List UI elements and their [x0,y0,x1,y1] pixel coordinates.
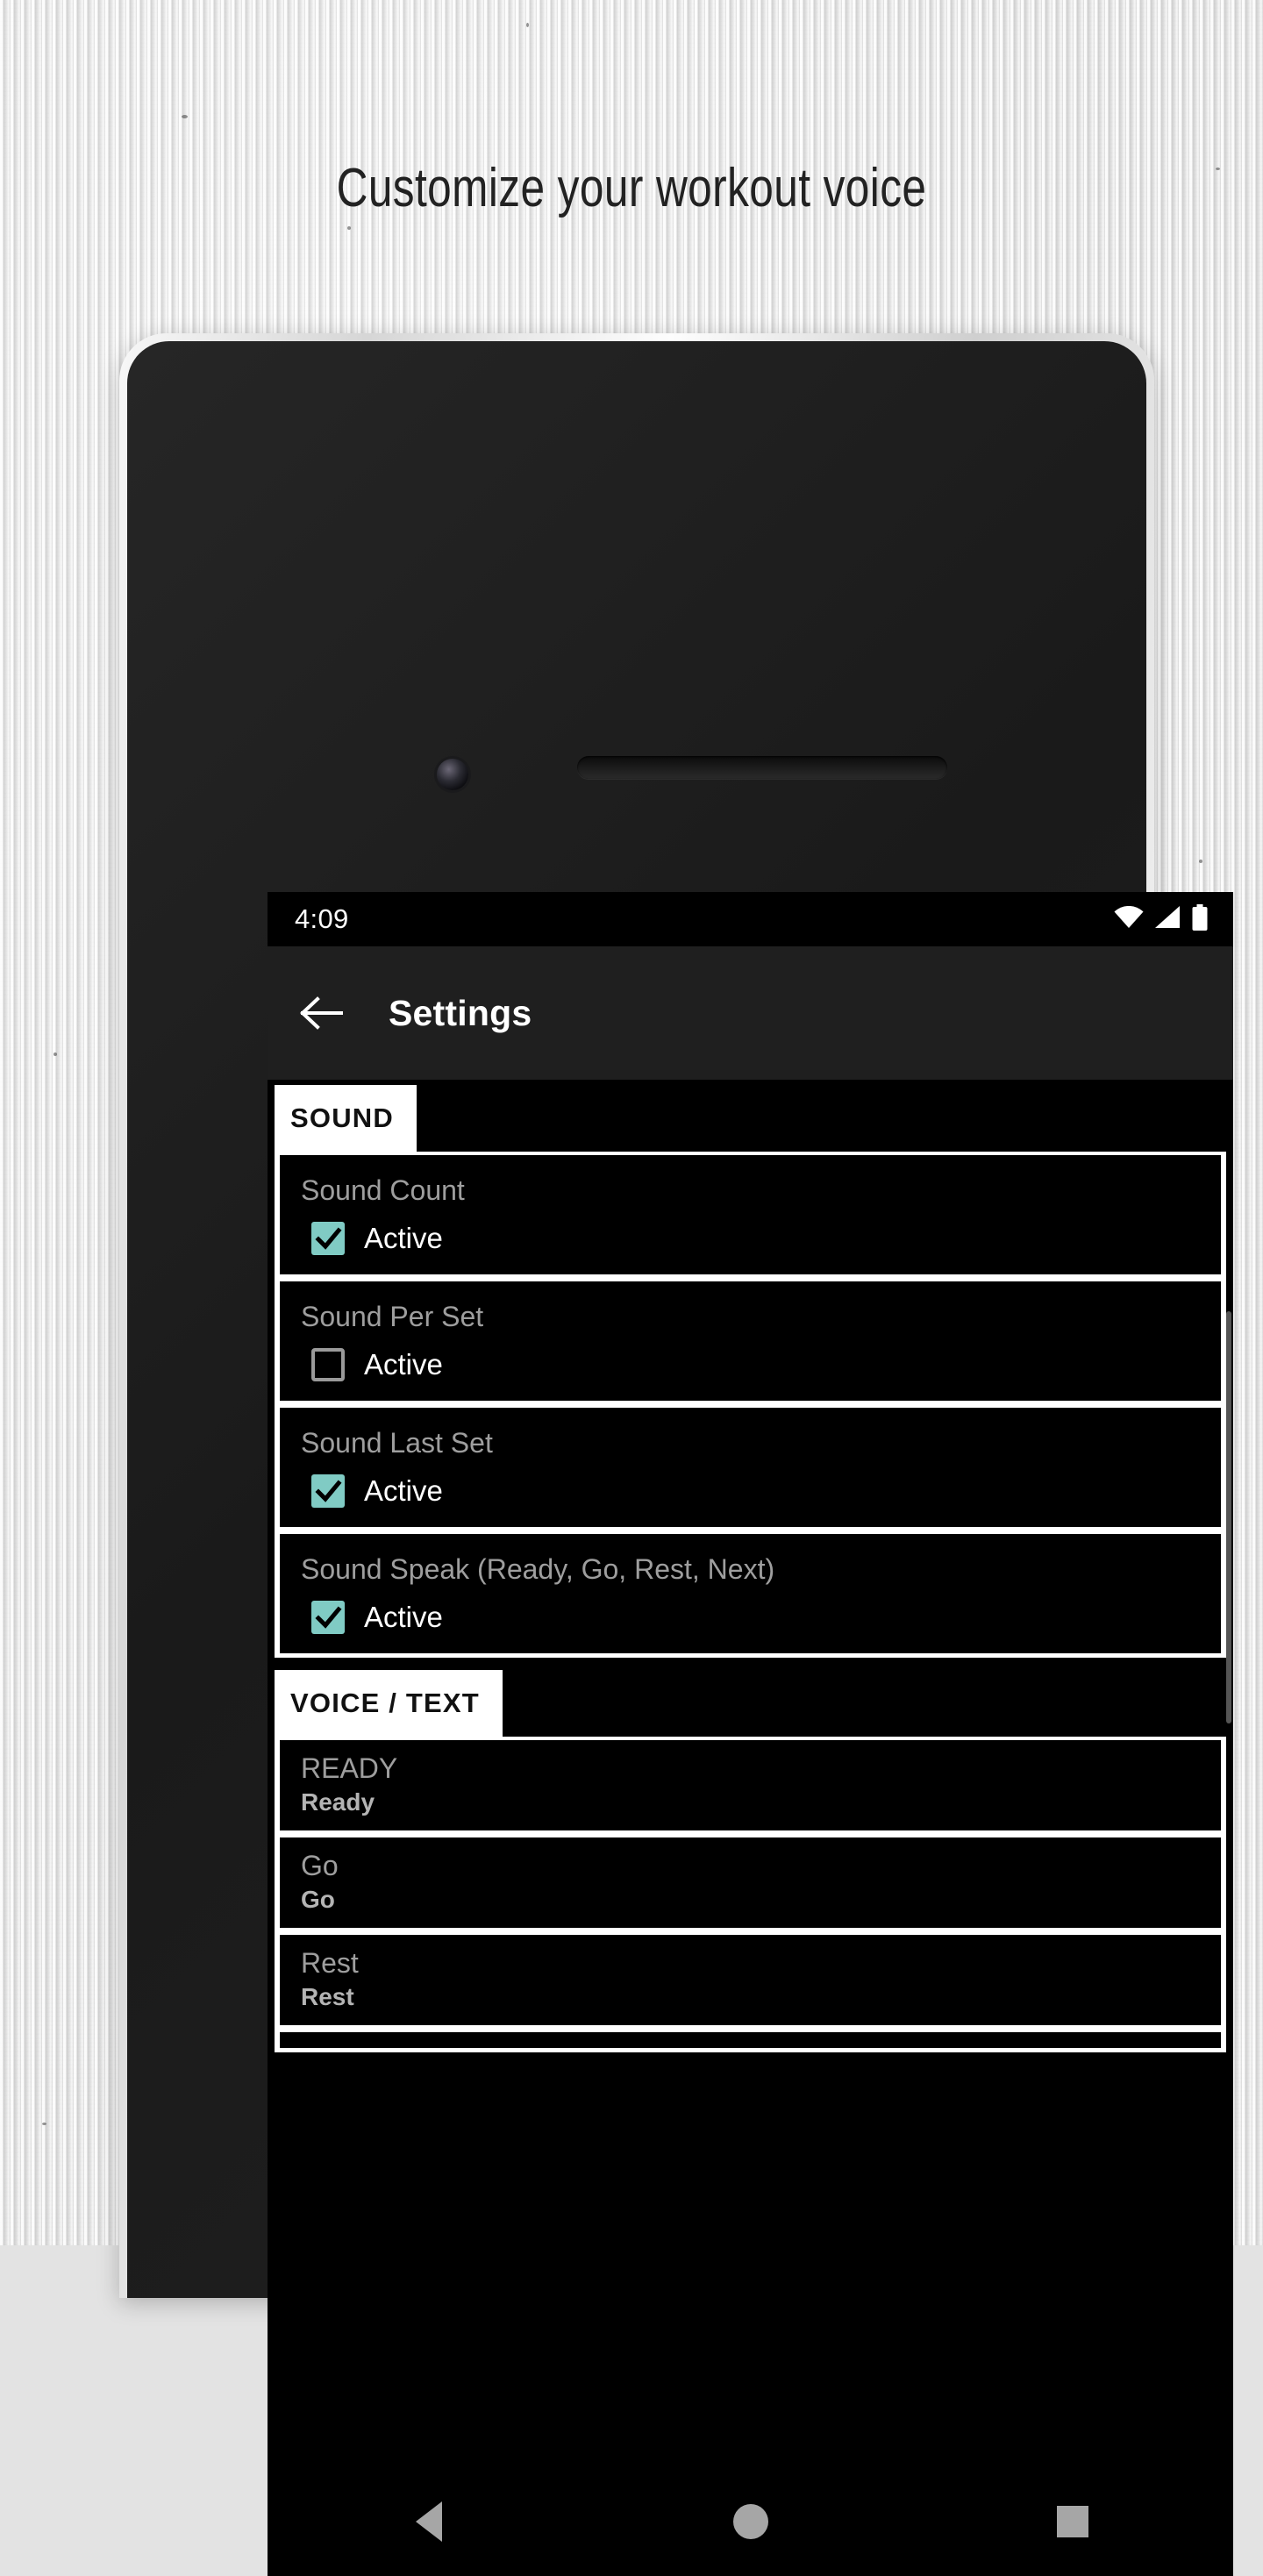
list-item[interactable]: Go Go [280,1837,1221,1928]
nav-back-icon [415,2501,442,2542]
checkbox-row[interactable]: Active [301,1474,1221,1508]
app-bar: Settings [268,946,1233,1080]
section-header-sound: SOUND [268,1080,1233,1152]
phone-screen: 4:09 Settings SOUND Sound Count Active S… [268,892,1233,2576]
section-chip-sound: SOUND [275,1085,417,1152]
nav-back-button[interactable] [381,2482,477,2561]
setting-title: Sound Speak (Ready, Go, Rest, Next) [301,1553,775,1585]
list-item[interactable]: Sound Last Set Active [280,1408,1221,1527]
sound-card-group: Sound Count Active Sound Per Set Active … [275,1152,1226,1658]
nav-home-icon [732,2504,768,2539]
list-item[interactable]: Rest Rest [280,1935,1221,2025]
voice-value: Ready [301,1788,375,1816]
checkbox-label: Active [364,1601,443,1633]
checkbox-row[interactable]: Active [301,1348,1221,1381]
voice-key: Go [301,1850,339,1881]
back-arrow-icon[interactable] [299,990,345,1036]
voice-value: Rest [301,1983,354,2010]
checkbox-label: Active [364,1348,443,1381]
earpiece-speaker [577,756,947,779]
page-title: Customize your workout voice [336,157,927,218]
wifi-icon [1114,905,1144,933]
texture-speck [42,2123,46,2125]
nav-home-button[interactable] [703,2482,799,2561]
checkbox-row[interactable]: Active [301,1601,1221,1634]
list-item[interactable]: Sound Speak (Ready, Go, Rest, Next) Acti… [280,1534,1221,1653]
checkbox-checked-icon[interactable] [311,1222,345,1255]
android-nav-bar [268,2467,1233,2576]
texture-speck [526,23,529,27]
page-heading: Settings [389,992,532,1033]
section-chip-voice-text: VOICE / TEXT [275,1670,503,1737]
phone-mockup: 4:09 Settings SOUND Sound Count Active S… [119,333,1233,2576]
status-bar: 4:09 [268,892,1233,946]
list-item[interactable]: Sound Count Active [280,1155,1221,1274]
voice-value: Go [301,1886,335,1913]
texture-speck [347,226,351,230]
texture-speck [1216,168,1220,170]
nav-recents-icon [1056,2506,1088,2537]
texture-speck [182,115,188,118]
vertical-scrollbar[interactable] [1226,1311,1231,1723]
voice-text-card-group: READY Ready Go Go Rest Rest [275,1737,1226,2052]
checkbox-checked-icon[interactable] [311,1601,345,1634]
checkbox-checked-icon[interactable] [311,1474,345,1508]
battery-icon [1191,903,1209,935]
status-icon-group [1114,903,1209,935]
checkbox-label: Active [364,1222,443,1254]
texture-speck [1199,860,1202,863]
voice-key: READY [301,1752,398,1784]
setting-title: Sound Per Set [301,1301,484,1332]
voice-key: Rest [301,1947,359,1979]
checkbox-unchecked-icon[interactable] [311,1348,345,1381]
list-item[interactable]: Sound Per Set Active [280,1281,1221,1401]
nav-recents-button[interactable] [1024,2482,1121,2561]
setting-title: Sound Count [301,1174,465,1206]
status-time: 4:09 [295,903,349,934]
checkbox-row[interactable]: Active [301,1222,1221,1255]
texture-speck [54,1053,57,1056]
section-header-voice-text: VOICE / TEXT [268,1658,1233,1737]
list-item[interactable]: READY Ready [280,1740,1221,1830]
signal-icon [1154,905,1181,933]
setting-title: Sound Last Set [301,1427,493,1459]
front-camera-icon [437,759,468,790]
list-item-partial[interactable] [280,2032,1221,2048]
checkbox-label: Active [364,1474,443,1507]
